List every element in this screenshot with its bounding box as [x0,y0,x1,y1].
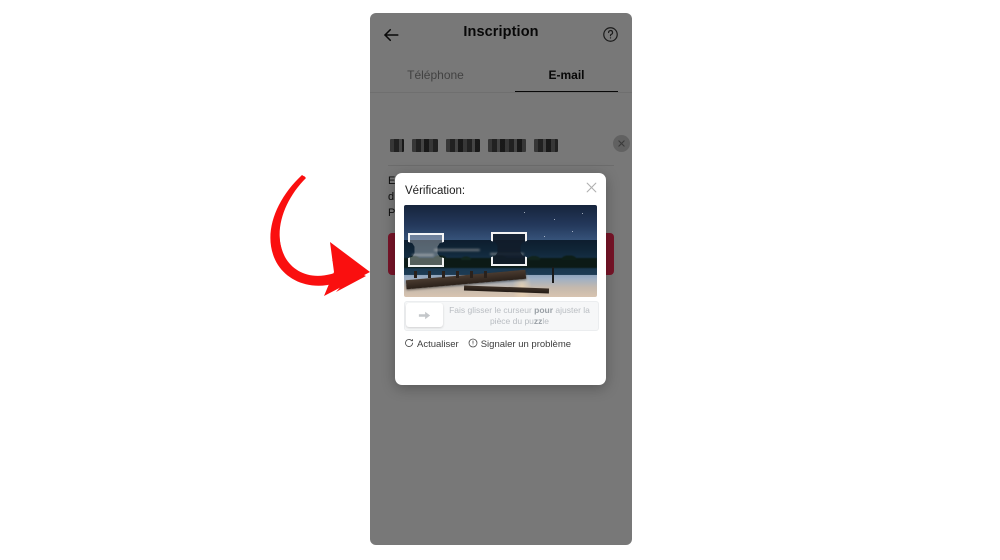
screenshot-canvas: Inscription Téléphone E-mail d P Vérific… [0,0,1000,560]
captcha-footer: Actualiser Signaler un problème [404,336,597,352]
captcha-dialog: Vérification: Fais glisser le curseur po… [395,173,606,385]
close-icon[interactable] [585,181,598,194]
tab-telephone[interactable]: Téléphone [370,56,501,93]
captcha-slider-track[interactable]: Fais glisser le curseur pour ajuster la … [404,301,599,331]
dock-pole [552,267,554,283]
captcha-title: Vérification: [405,185,466,197]
redacted-text-block [390,139,404,152]
dock-walkway-secondary [463,285,550,294]
puzzle-piece-target [408,233,444,267]
tab-email[interactable]: E-mail [501,56,632,93]
slider-hint-part1: Fais glisser le curseur [449,305,535,315]
redacted-text-block [488,139,526,152]
redacted-text-block [412,139,438,152]
slider-hint-part3: le [542,316,550,326]
captcha-image [404,205,597,297]
report-problem-button[interactable]: Signaler un problème [468,338,571,351]
tab-telephone-label: Téléphone [407,67,464,82]
refresh-icon [404,338,414,351]
slider-hint-bold: pour [534,305,554,315]
legal-text-part2: d [388,191,395,203]
redacted-text-block [534,139,558,152]
email-field-underline [388,165,614,166]
question-circle-icon[interactable] [602,26,619,43]
slider-hint-text: Fais glisser le curseur pour ajuster la … [447,305,592,327]
puzzle-piece-draggable[interactable] [491,232,527,266]
warning-circle-icon [468,338,478,351]
close-circle-icon[interactable] [613,135,630,152]
email-field[interactable] [388,131,630,161]
signup-tabs: Téléphone E-mail [370,56,632,93]
tab-email-label: E-mail [548,67,585,82]
slider-handle[interactable] [406,303,443,327]
refresh-label: Actualiser [417,338,459,350]
redacted-text-block [446,139,480,152]
refresh-button[interactable]: Actualiser [404,338,459,351]
curved-arrow-right-icon [258,172,380,298]
app-header: Inscription [370,13,632,56]
report-problem-label: Signaler un problème [480,338,572,350]
page-title: Inscription [463,24,539,40]
